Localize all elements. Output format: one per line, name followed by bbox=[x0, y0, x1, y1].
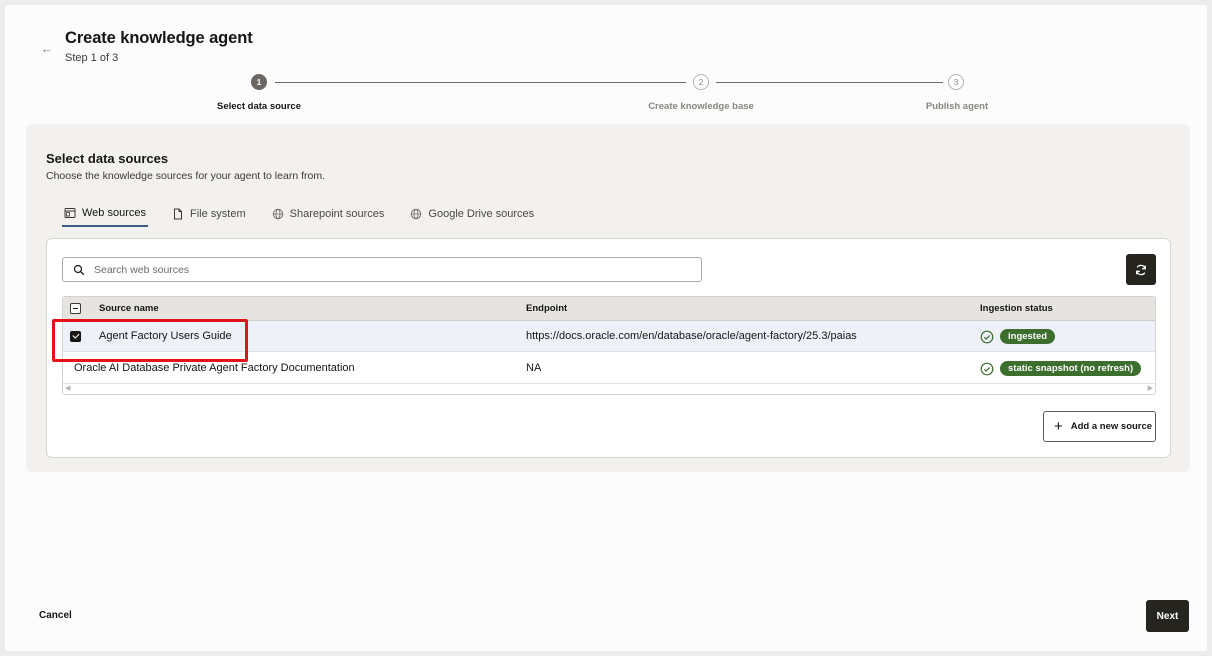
check-circle-icon bbox=[980, 362, 994, 375]
column-header-source-name[interactable]: Source name bbox=[99, 297, 159, 321]
row-checkbox[interactable] bbox=[70, 331, 81, 342]
source-name-cell: Oracle AI Database Private Agent Factory… bbox=[74, 362, 355, 374]
column-header-endpoint[interactable]: Endpoint bbox=[526, 297, 567, 321]
horizontal-scrollbar[interactable]: ◀ ▶ bbox=[63, 384, 1155, 394]
sources-table: Source name Endpoint Ingestion status Ag… bbox=[62, 296, 1156, 395]
globe-icon bbox=[272, 208, 283, 220]
column-header-ingestion-status[interactable]: Ingestion status bbox=[980, 297, 1053, 321]
step-1-label: Select data source bbox=[217, 101, 301, 112]
page-title: Create knowledge agent bbox=[65, 29, 253, 47]
table-row[interactable]: Oracle AI Database Private Agent Factory… bbox=[63, 353, 1155, 384]
stepper: 1 2 3 Select data source Create knowledg… bbox=[5, 73, 1207, 113]
step-connector-2 bbox=[716, 82, 943, 83]
next-button[interactable]: Next bbox=[1146, 600, 1189, 632]
tab-web-sources[interactable]: Web sources bbox=[62, 201, 148, 227]
tab-sharepoint-sources[interactable]: Sharepoint sources bbox=[270, 201, 387, 227]
data-sources-panel: Select data sources Choose the knowledge… bbox=[26, 124, 1190, 472]
browser-icon bbox=[64, 208, 76, 218]
select-all-checkbox[interactable] bbox=[70, 303, 81, 314]
tab-label: Web sources bbox=[82, 207, 146, 219]
refresh-button[interactable] bbox=[1126, 254, 1156, 285]
tab-label: File system bbox=[190, 208, 246, 220]
web-sources-card: Source name Endpoint Ingestion status Ag… bbox=[46, 238, 1171, 458]
file-icon bbox=[174, 208, 182, 220]
step-2-label: Create knowledge base bbox=[648, 101, 754, 112]
add-source-label: Add a new source bbox=[1070, 421, 1153, 432]
add-new-source-button[interactable]: + Add a new source bbox=[1043, 411, 1156, 442]
status-badge: static snapshot (no refresh) bbox=[1000, 361, 1142, 376]
page: ← Create knowledge agent Step 1 of 3 1 2… bbox=[5, 5, 1207, 651]
arrow-left-icon: ← bbox=[40, 41, 54, 56]
step-connector-1 bbox=[275, 82, 686, 83]
search-icon bbox=[73, 264, 85, 275]
status-badge: ingested bbox=[1000, 329, 1056, 344]
scroll-right-icon[interactable]: ▶ bbox=[1148, 384, 1153, 394]
panel-description: Choose the knowledge sources for your ag… bbox=[46, 170, 325, 182]
back-button[interactable]: ← bbox=[37, 39, 57, 59]
search-input[interactable] bbox=[94, 263, 701, 276]
endpoint-cell: NA bbox=[526, 362, 542, 374]
cancel-button[interactable]: Cancel bbox=[39, 610, 72, 621]
tab-label: Sharepoint sources bbox=[289, 208, 385, 220]
step-3-indicator[interactable]: 3 bbox=[948, 74, 964, 90]
table-header: Source name Endpoint Ingestion status bbox=[63, 297, 1155, 321]
globe-icon bbox=[411, 208, 422, 220]
endpoint-cell: https://docs.oracle.com/en/database/orac… bbox=[526, 330, 857, 342]
search-box[interactable] bbox=[62, 257, 702, 282]
tab-file-system[interactable]: File system bbox=[170, 201, 248, 227]
panel-title: Select data sources bbox=[46, 151, 169, 166]
scroll-left-icon[interactable]: ◀ bbox=[65, 384, 70, 394]
refresh-icon bbox=[1136, 264, 1146, 275]
tab-google-drive-sources[interactable]: Google Drive sources bbox=[408, 201, 536, 227]
step-2-indicator[interactable]: 2 bbox=[693, 74, 709, 90]
step-1-indicator[interactable]: 1 bbox=[251, 74, 267, 90]
check-circle-icon bbox=[980, 330, 994, 343]
table-row[interactable]: Agent Factory Users Guide https://docs.o… bbox=[63, 321, 1155, 352]
page-subtitle: Step 1 of 3 bbox=[65, 52, 119, 64]
source-name-cell: Agent Factory Users Guide bbox=[99, 330, 232, 342]
ingestion-status-cell: static snapshot (no refresh) bbox=[980, 353, 1142, 384]
tab-label: Google Drive sources bbox=[428, 208, 535, 220]
plus-icon: + bbox=[1054, 418, 1063, 435]
ingestion-status-cell: ingested bbox=[980, 321, 1056, 352]
source-tabs: Web sources File system Sharepoint sourc… bbox=[62, 201, 558, 227]
step-3-label: Publish agent bbox=[925, 101, 989, 112]
